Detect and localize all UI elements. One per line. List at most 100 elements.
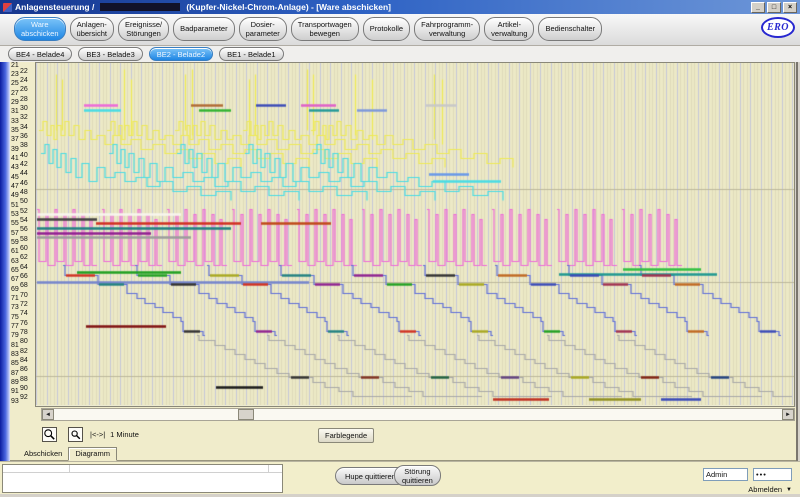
tab-diagramm[interactable]: Diagramm bbox=[68, 447, 117, 461]
axis-label: 68 bbox=[20, 282, 28, 289]
axis-label: 58 bbox=[20, 236, 28, 243]
toolbar-button-protokolle[interactable]: Protokolle bbox=[363, 17, 410, 41]
footer-panel: Hupe quittieren Störung quittieren Abmel… bbox=[0, 461, 800, 494]
axis-label: 71 bbox=[11, 295, 19, 302]
logout-dropdown[interactable]: Abmelden ▼ bbox=[730, 485, 792, 494]
toolbar-button-bedienschalter[interactable]: Bedienschalter bbox=[538, 17, 602, 41]
password-field[interactable] bbox=[753, 468, 792, 481]
fault-button-line2: quittieren bbox=[402, 476, 433, 485]
magnifier-icon bbox=[69, 428, 82, 441]
station-tab-be4[interactable]: BE4 - Belade4 bbox=[8, 47, 72, 61]
axis-label: 85 bbox=[11, 360, 19, 367]
zoom-in-button[interactable] bbox=[42, 427, 57, 442]
fault-acknowledge-button[interactable]: Störung quittieren bbox=[394, 465, 441, 486]
view-tab-strip: Abschicken Diagramm bbox=[10, 447, 796, 461]
axis-label: 92 bbox=[20, 394, 28, 401]
toolbar-button-badparameter[interactable]: Badparameter bbox=[173, 17, 235, 41]
axis-label: 42 bbox=[20, 161, 28, 168]
interval-icon: |<->| bbox=[90, 430, 105, 439]
button-label: Bedienschalter bbox=[545, 25, 595, 34]
axis-label: 66 bbox=[20, 273, 28, 280]
maximize-button[interactable]: □ bbox=[767, 2, 781, 13]
station-tab-be2[interactable]: BE2 - Belade2 bbox=[149, 47, 213, 61]
app-icon bbox=[3, 3, 12, 12]
button-label: verwaltung bbox=[491, 30, 527, 39]
axis-label: 44 bbox=[20, 170, 28, 177]
axis-label: 67 bbox=[11, 276, 19, 283]
toolbar-button-dosier-parameter[interactable]: Dosier-parameter bbox=[239, 17, 287, 41]
toolbar-button-fahrprogramm-verwaltung[interactable]: Fahrprogramm-verwaltung bbox=[414, 17, 480, 41]
toolbar-button-artikel-verwaltung[interactable]: Artikel-verwaltung bbox=[484, 17, 534, 41]
list-column-2 bbox=[70, 465, 269, 472]
axis-label: 91 bbox=[11, 388, 19, 395]
axis-label: 40 bbox=[20, 152, 28, 159]
button-label: parameter bbox=[246, 30, 280, 39]
axis-label: 22 bbox=[20, 68, 28, 75]
scroll-right-button[interactable]: ► bbox=[782, 409, 794, 420]
axis-label: 65 bbox=[11, 267, 19, 274]
button-label: abschicken bbox=[21, 30, 59, 39]
axis-label: 89 bbox=[11, 379, 19, 386]
axis-label: 77 bbox=[11, 323, 19, 330]
axis-label: 83 bbox=[11, 351, 19, 358]
axis-label: 69 bbox=[11, 286, 19, 293]
window-controls: _ □ × bbox=[751, 2, 800, 13]
dispatch-list[interactable] bbox=[2, 464, 283, 493]
axis-label: 52 bbox=[20, 208, 28, 215]
axis-label: 27 bbox=[11, 90, 19, 97]
close-button[interactable]: × bbox=[783, 2, 797, 13]
axis-label: 78 bbox=[20, 329, 28, 336]
scrollbar-track[interactable] bbox=[54, 409, 782, 420]
axis-label: 55 bbox=[11, 220, 19, 227]
zoom-out-button[interactable] bbox=[68, 427, 83, 442]
tab-abschicken[interactable]: Abschicken bbox=[18, 448, 68, 460]
axis-label: 49 bbox=[11, 192, 19, 199]
dispatch-diagram-canvas[interactable] bbox=[36, 63, 794, 405]
minimize-button[interactable]: _ bbox=[751, 2, 765, 13]
axis-label: 88 bbox=[20, 376, 28, 383]
button-label: übersicht bbox=[77, 30, 107, 39]
window-title-prefix: Anlagensteuerung / bbox=[15, 2, 94, 12]
time-scrollbar[interactable]: ◄ ► bbox=[41, 408, 795, 421]
button-label: Störungen bbox=[125, 30, 162, 39]
axis-label: 41 bbox=[11, 155, 19, 162]
axis-label: 84 bbox=[20, 357, 28, 364]
axis-label: 73 bbox=[11, 304, 19, 311]
toolbar-button-transportwagen-bewegen[interactable]: Transportwagenbewegen bbox=[291, 17, 359, 41]
magnifier-icon bbox=[43, 428, 56, 441]
station-tab-be1[interactable]: BE1 - Belade1 bbox=[219, 47, 283, 61]
axis-label: 51 bbox=[11, 202, 19, 209]
scrollbar-thumb[interactable] bbox=[238, 409, 254, 420]
axis-label: 72 bbox=[20, 301, 28, 308]
axis-label: 82 bbox=[20, 348, 28, 355]
axis-label: 31 bbox=[11, 108, 19, 115]
axis-label: 29 bbox=[11, 99, 19, 106]
username-field[interactable] bbox=[703, 468, 748, 481]
axis-label: 64 bbox=[20, 264, 28, 271]
axis-label: 43 bbox=[11, 164, 19, 171]
axis-label: 34 bbox=[20, 124, 28, 131]
toolbar-button-ereignisse-stoerungen[interactable]: Ereignisse/Störungen bbox=[118, 17, 169, 41]
scroll-left-button[interactable]: ◄ bbox=[42, 409, 54, 420]
axis-label: 74 bbox=[20, 310, 28, 317]
station-tab-be3[interactable]: BE3 - Belade3 bbox=[78, 47, 142, 61]
color-legend-button[interactable]: Farblegende bbox=[318, 428, 374, 443]
axis-label: 30 bbox=[20, 105, 28, 112]
toolbar-button-anlagen-uebersicht[interactable]: Anlagen-übersicht bbox=[70, 17, 114, 41]
interval-label: 1 Minute bbox=[110, 430, 139, 439]
button-label: verwaltung bbox=[421, 30, 473, 39]
axis-label: 28 bbox=[20, 96, 28, 103]
list-column-1 bbox=[3, 465, 70, 472]
axis-label: 79 bbox=[11, 332, 19, 339]
axis-label: 62 bbox=[20, 254, 28, 261]
button-label: Badparameter bbox=[180, 25, 228, 34]
axis-label: 25 bbox=[11, 80, 19, 87]
chevron-down-icon: ▼ bbox=[786, 487, 792, 493]
axis-label: 60 bbox=[20, 245, 28, 252]
toolbar-button-ware-abschicken[interactable]: Wareabschicken bbox=[14, 17, 66, 41]
redacted-customer-name bbox=[100, 3, 180, 11]
title-bar: Anlagensteuerung / (Kupfer-Nickel-Chrom-… bbox=[0, 0, 800, 14]
axis-label: 21 bbox=[11, 62, 19, 69]
axis-label: 47 bbox=[11, 183, 19, 190]
axis-label: 93 bbox=[11, 398, 19, 405]
